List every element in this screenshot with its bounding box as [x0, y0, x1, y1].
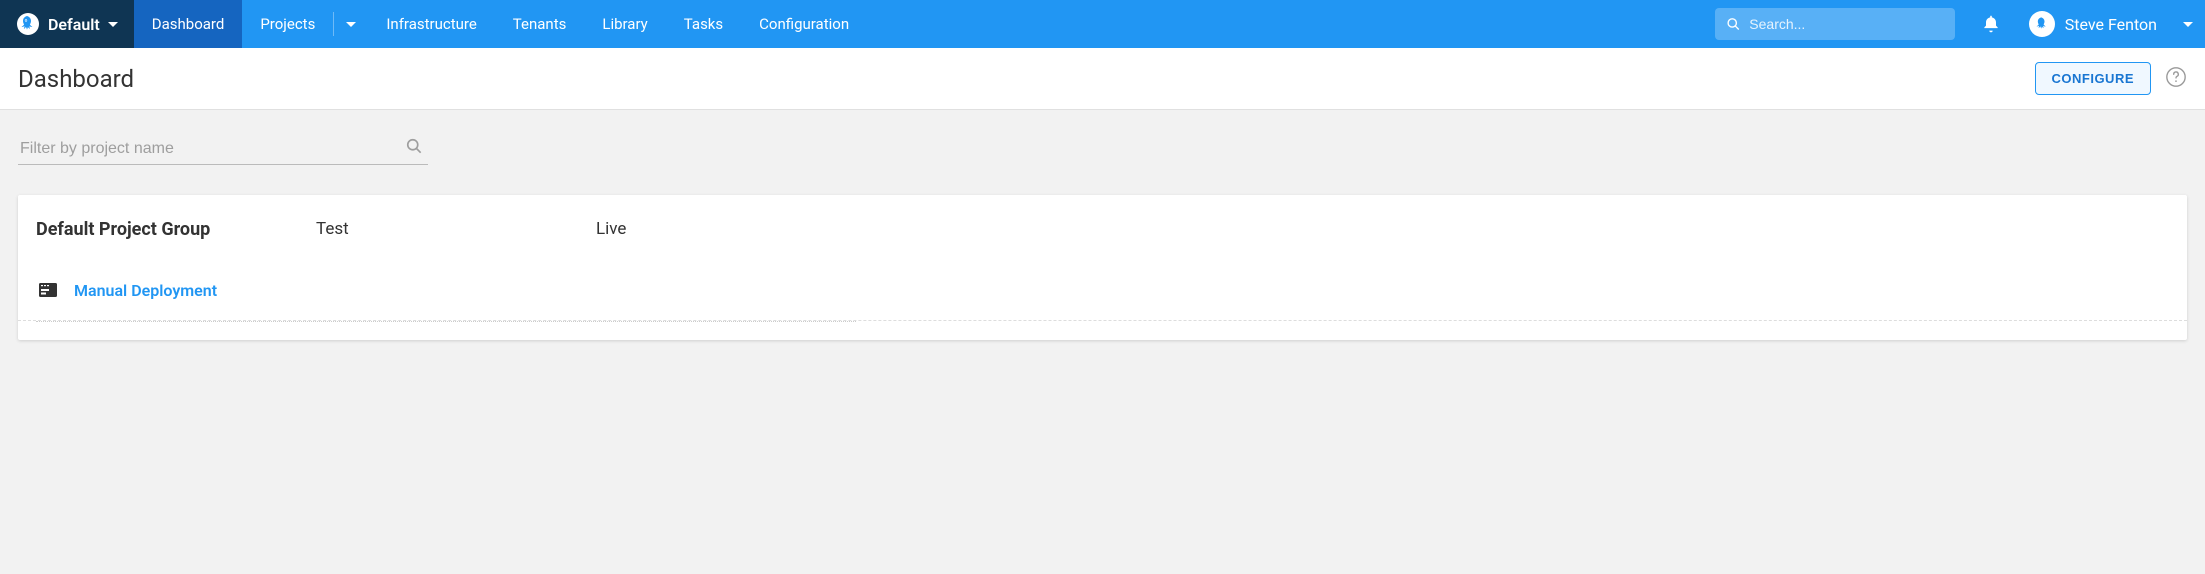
- nav-tenants[interactable]: Tenants: [495, 0, 585, 48]
- search-icon: [1725, 15, 1742, 33]
- octopus-logo-icon: [16, 12, 40, 36]
- search-box[interactable]: [1715, 8, 1955, 40]
- caret-down-icon: [2183, 22, 2193, 27]
- divider: [36, 321, 856, 322]
- filter-wrap: [18, 134, 428, 165]
- group-header: Default Project Group Test Live: [18, 195, 2187, 262]
- help-icon: [2165, 66, 2187, 88]
- project-cell: Manual Deployment: [36, 278, 316, 302]
- group-name: Default Project Group: [36, 219, 316, 240]
- environment-column: Live: [596, 219, 876, 240]
- bell-icon: [1981, 14, 2001, 34]
- project-row: Manual Deployment: [18, 262, 2187, 321]
- avatar-icon: [2029, 11, 2055, 37]
- nav-tasks[interactable]: Tasks: [666, 0, 741, 48]
- user-name: Steve Fenton: [2065, 15, 2157, 34]
- caret-down-icon: [346, 22, 356, 27]
- help-button[interactable]: [2165, 66, 2187, 92]
- notifications-button[interactable]: [1967, 0, 2015, 48]
- user-menu[interactable]: Steve Fenton: [2015, 0, 2171, 48]
- subheader: Dashboard CONFIGURE: [0, 48, 2205, 110]
- nav-infrastructure[interactable]: Infrastructure: [368, 0, 494, 48]
- nav-dashboard[interactable]: Dashboard: [134, 0, 243, 48]
- filter-row: [0, 110, 2205, 177]
- environment-column: Test: [316, 219, 596, 240]
- search-input[interactable]: [1741, 10, 1944, 38]
- nav-projects-dropdown[interactable]: [334, 0, 368, 48]
- project-group-card: Default Project Group Test Live Manual D…: [18, 195, 2187, 340]
- nav-projects[interactable]: Projects: [242, 0, 333, 48]
- page-title: Dashboard: [18, 65, 134, 93]
- caret-down-icon: [108, 22, 118, 27]
- configure-button[interactable]: CONFIGURE: [2035, 62, 2152, 95]
- nav-configuration[interactable]: Configuration: [741, 0, 867, 48]
- project-icon: [36, 278, 60, 302]
- search-icon: [404, 136, 424, 160]
- nav-library[interactable]: Library: [584, 0, 665, 48]
- space-name: Default: [48, 15, 100, 34]
- space-switcher[interactable]: Default: [0, 0, 134, 48]
- top-nav: Default Dashboard Projects Infrastructur…: [0, 0, 2205, 48]
- user-menu-dropdown[interactable]: [2171, 0, 2205, 48]
- filter-input[interactable]: [18, 134, 428, 165]
- project-link[interactable]: Manual Deployment: [74, 281, 217, 300]
